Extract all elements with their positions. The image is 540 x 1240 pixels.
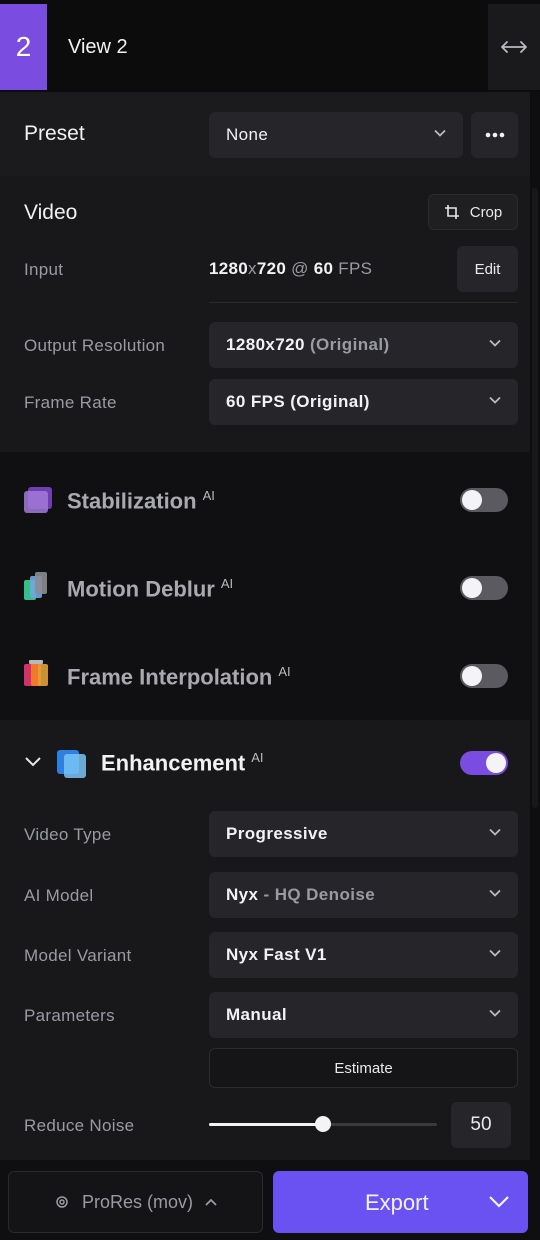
video-type-value: Progressive: [226, 824, 328, 843]
output-format-button[interactable]: ProRes (mov): [8, 1171, 263, 1233]
toggle-knob: [462, 578, 482, 598]
motion-deblur-toggle[interactable]: [460, 576, 508, 600]
stabilization-toggle[interactable]: [460, 488, 508, 512]
ai-model-variant-desc: - HQ Denoise: [263, 885, 376, 904]
ai-feature-2: Frame Interpolation AI: [67, 664, 291, 690]
preset-more-button[interactable]: [471, 112, 518, 158]
input-info: 1280x720 @ 60 FPS: [209, 259, 373, 278]
toggle-knob: [462, 490, 482, 510]
video-section: Video Crop Input 1280x720 @ 60 FPS Edit …: [0, 176, 530, 452]
video-type-select[interactable]: Progressive: [209, 811, 518, 857]
export-label: Export: [365, 1190, 429, 1215]
toggle-knob: [486, 753, 506, 773]
output-resolution-select[interactable]: 1280x720 (Original): [209, 322, 518, 368]
input-height: 720: [256, 259, 287, 278]
gear-icon: [56, 1196, 68, 1208]
swap-arrows-icon: [501, 41, 527, 53]
output-resolution-label: Output Resolution: [24, 336, 166, 355]
crop-label: Crop: [469, 203, 503, 221]
chevron-down-icon: [489, 828, 501, 836]
input-label: Input: [24, 260, 64, 279]
model-variant-value: Nyx Fast V1: [226, 945, 327, 964]
chevron-down-icon: [489, 339, 501, 347]
preset-section: Preset None: [0, 92, 530, 176]
more-dots-icon: [485, 132, 504, 138]
output-resolution-suffix: (Original): [309, 335, 390, 354]
chevron-down-icon: [489, 1009, 501, 1017]
video-type-label: Video Type: [24, 825, 112, 844]
fps-unit: FPS: [338, 259, 373, 278]
frame-interpolation-toggle[interactable]: [460, 664, 508, 688]
chevron-up-icon: [205, 1198, 217, 1206]
chevron-down-icon[interactable]: [488, 1195, 510, 1209]
feature-name: Stabilization: [67, 488, 197, 514]
scrollbar-thumb[interactable]: [532, 188, 538, 808]
chevron-down-icon: [489, 949, 501, 957]
swap-view-button[interactable]: [488, 4, 540, 90]
output-resolution-value: 1280x720: [226, 335, 305, 354]
ai-model-label: AI Model: [24, 886, 94, 905]
preset-select[interactable]: None: [209, 112, 463, 158]
slider-fill: [209, 1123, 323, 1126]
frame-rate-select[interactable]: 60 FPS (Original): [209, 379, 518, 425]
output-format-label: ProRes (mov): [81, 1191, 193, 1212]
enhancement-section: Enhancement AI Video Type Progressive AI …: [0, 720, 530, 1160]
model-variant-select[interactable]: Nyx Fast V1: [209, 932, 518, 978]
ai-features-section: Stabilization AI Motion Deblur AI Frame In…: [0, 452, 530, 720]
ai-feature-0: Stabilization AI: [67, 488, 215, 514]
parameters-label: Parameters: [24, 1006, 115, 1025]
preset-value: None: [226, 125, 269, 144]
divider: [209, 302, 518, 303]
chevron-down-icon: [489, 396, 501, 404]
crop-icon: [444, 205, 459, 219]
parameters-value: Manual: [226, 1005, 287, 1024]
view-title: View 2: [68, 36, 128, 58]
stabilization-icon: [24, 487, 52, 513]
footer: ProRes (mov) Export: [0, 1160, 540, 1240]
ai-badge: AI: [251, 750, 264, 765]
collapse-chevron-icon[interactable]: [24, 756, 42, 768]
preset-label: Preset: [24, 122, 85, 145]
chevron-down-icon: [434, 129, 446, 137]
ai-badge: AI: [278, 664, 291, 679]
ai-badge: AI: [202, 488, 215, 503]
feature-name: Motion Deblur: [67, 576, 215, 602]
view-header: 2 View 2: [0, 0, 540, 92]
input-width: 1280: [209, 259, 249, 278]
ai-badge: AI: [220, 576, 234, 591]
ai-model-select[interactable]: Nyx - HQ Denoise: [209, 872, 518, 918]
enhancement-toggle[interactable]: [460, 751, 508, 775]
ai-feature-1: Motion Deblur AI: [67, 576, 233, 602]
estimate-button[interactable]: Estimate: [209, 1048, 518, 1088]
feature-name: Frame Interpolation: [67, 664, 273, 690]
export-button[interactable]: Export: [273, 1171, 528, 1233]
toggle-knob: [462, 666, 482, 686]
crop-button[interactable]: Crop: [428, 194, 518, 230]
parameters-select[interactable]: Manual: [209, 992, 518, 1038]
ai-model-name: Nyx: [226, 885, 259, 904]
reduce-noise-label: Reduce Noise: [24, 1116, 135, 1135]
enhancement-icon: [57, 750, 86, 778]
scrollbar-track[interactable]: [530, 92, 540, 1160]
edit-input-button[interactable]: Edit: [457, 246, 518, 292]
motion-deblur-icon: [24, 572, 47, 600]
enhancement-title-row: Enhancement AI: [101, 750, 264, 776]
input-fps: 60: [313, 259, 334, 278]
frame-rate-label: Frame Rate: [24, 393, 117, 412]
enhancement-title: Enhancement: [101, 750, 246, 776]
frame-interpolation-icon: [24, 660, 48, 686]
reduce-noise-value[interactable]: 50: [451, 1102, 511, 1148]
chevron-down-icon: [489, 889, 501, 897]
video-title: Video: [24, 201, 78, 224]
reduce-noise-slider[interactable]: [209, 1116, 437, 1132]
frame-rate-value: 60 FPS (Original): [226, 392, 370, 411]
slider-handle[interactable]: [315, 1116, 331, 1132]
view-number-badge[interactable]: 2: [0, 4, 47, 90]
model-variant-label: Model Variant: [24, 946, 132, 965]
